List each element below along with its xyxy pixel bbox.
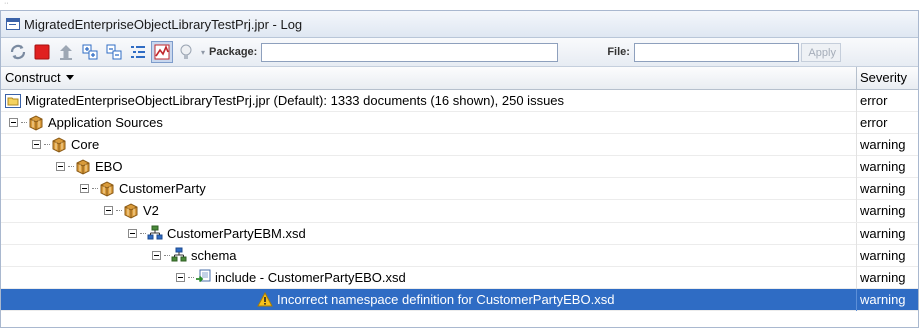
log-tree: MigratedEnterpriseObjectLibraryTestPrj.j… (1, 90, 918, 311)
row-label: include - CustomerPartyEBO.xsd (215, 269, 406, 285)
column-separator (856, 178, 857, 201)
tree-row-issue-selected[interactable]: Incorrect namespace definition for Custo… (1, 288, 918, 311)
tree-connector (44, 144, 50, 146)
row-severity: warning (860, 159, 906, 175)
file-filter-input[interactable] (633, 42, 799, 62)
collapse-toggle[interactable] (80, 184, 89, 194)
toolbar: ▾ Package: File: Apply (1, 38, 918, 67)
collapse-toggle[interactable] (56, 162, 65, 172)
project-icon (5, 93, 21, 108)
warning-icon (257, 291, 273, 307)
column-separator (856, 244, 857, 267)
tree-row-include[interactable]: include - CustomerPartyEBO.xsd warning (1, 266, 918, 289)
row-label: V2 (143, 203, 159, 219)
package-icon (52, 137, 66, 153)
column-separator (856, 90, 857, 112)
refresh-icon[interactable] (7, 41, 29, 63)
schema-node-icon (171, 247, 187, 262)
tree-row-core[interactable]: Core warning (1, 134, 918, 157)
row-severity: warning (860, 269, 906, 285)
column-separator[interactable] (856, 67, 857, 89)
column-separator (856, 134, 857, 157)
row-severity: error (860, 115, 888, 131)
package-icon (29, 115, 43, 131)
tree-row-v2[interactable]: V2 warning (1, 200, 918, 223)
row-severity: warning (860, 225, 906, 241)
log-window: MigratedEnterpriseObjectLibraryTestPrj.j… (0, 10, 919, 328)
column-separator (856, 156, 857, 179)
collapse-all-icon[interactable] (103, 41, 125, 63)
file-label: File: (607, 46, 630, 58)
tree-connector (68, 166, 74, 168)
row-label: schema (191, 247, 237, 263)
tree-row-project[interactable]: MigratedEnterpriseObjectLibraryTestPrj.j… (1, 90, 918, 113)
column-separator (856, 222, 857, 245)
column-separator (856, 112, 857, 135)
apply-button[interactable]: Apply (800, 42, 841, 62)
stop-icon[interactable] (31, 41, 53, 63)
tree-row-application-sources[interactable]: Application Sources error (1, 112, 918, 135)
tree-connector (116, 210, 122, 212)
row-label: CustomerPartyEBM.xsd (167, 225, 306, 241)
row-severity: warning (860, 181, 906, 197)
include-icon (196, 269, 211, 283)
row-severity: warning (860, 137, 906, 153)
tree-row-customerparty[interactable]: CustomerParty warning (1, 178, 918, 201)
tree-connector (92, 188, 98, 190)
window-icon (6, 18, 20, 30)
collapse-toggle[interactable] (152, 250, 161, 260)
row-severity: warning (860, 247, 906, 263)
row-label: EBO (95, 159, 123, 175)
package-icon (100, 181, 114, 197)
construct-header-label: Construct (5, 70, 61, 85)
upload-icon[interactable] (55, 41, 77, 63)
outline-icon[interactable] (127, 41, 149, 63)
row-label: MigratedEnterpriseObjectLibraryTestPrj.j… (25, 93, 565, 108)
construct-column-header[interactable]: Construct (5, 70, 74, 85)
severity-column-header[interactable]: Severity (860, 70, 907, 85)
package-icon (76, 159, 90, 175)
tree-row-schema[interactable]: schema warning (1, 244, 918, 267)
dropdown-caret-icon[interactable]: ▾ (201, 48, 205, 57)
column-separator (856, 266, 857, 289)
sort-caret-icon[interactable] (65, 75, 74, 80)
row-severity: warning (860, 203, 906, 219)
chart-icon[interactable] (151, 41, 173, 63)
row-label: Incorrect namespace definition for Custo… (277, 291, 615, 307)
package-filter-input[interactable] (261, 42, 559, 62)
title-bar: MigratedEnterpriseObjectLibraryTestPrj.j… (1, 11, 918, 38)
collapse-toggle[interactable] (9, 118, 18, 128)
collapse-toggle[interactable] (176, 272, 185, 282)
collapse-toggle[interactable] (32, 140, 41, 150)
row-severity: error (860, 93, 888, 108)
schema-file-icon (147, 225, 163, 240)
lightbulb-icon[interactable] (175, 41, 197, 63)
package-icon (124, 203, 138, 219)
tree-connector (140, 232, 146, 234)
row-label: CustomerParty (119, 181, 206, 197)
tree-connector (188, 276, 194, 278)
expand-all-icon[interactable] (79, 41, 101, 63)
row-label: Core (71, 137, 100, 153)
collapse-toggle[interactable] (128, 228, 137, 238)
top-strip: ·· (0, 0, 919, 10)
tree-connector (164, 254, 170, 256)
tree-row-ebo[interactable]: EBO warning (1, 156, 918, 179)
grip-dots: ·· (4, 0, 9, 7)
collapse-toggle[interactable] (104, 206, 113, 216)
row-label: Application Sources (48, 115, 163, 131)
tree-row-customerpartyebm-xsd[interactable]: CustomerPartyEBM.xsd warning (1, 222, 918, 245)
column-separator (856, 200, 857, 223)
column-separator (856, 288, 857, 311)
column-header: Construct Severity (1, 67, 918, 90)
window-title: MigratedEnterpriseObjectLibraryTestPrj.j… (24, 16, 303, 32)
tree-connector (21, 122, 27, 124)
package-label: Package: (209, 46, 258, 58)
row-severity: warning (860, 291, 906, 307)
